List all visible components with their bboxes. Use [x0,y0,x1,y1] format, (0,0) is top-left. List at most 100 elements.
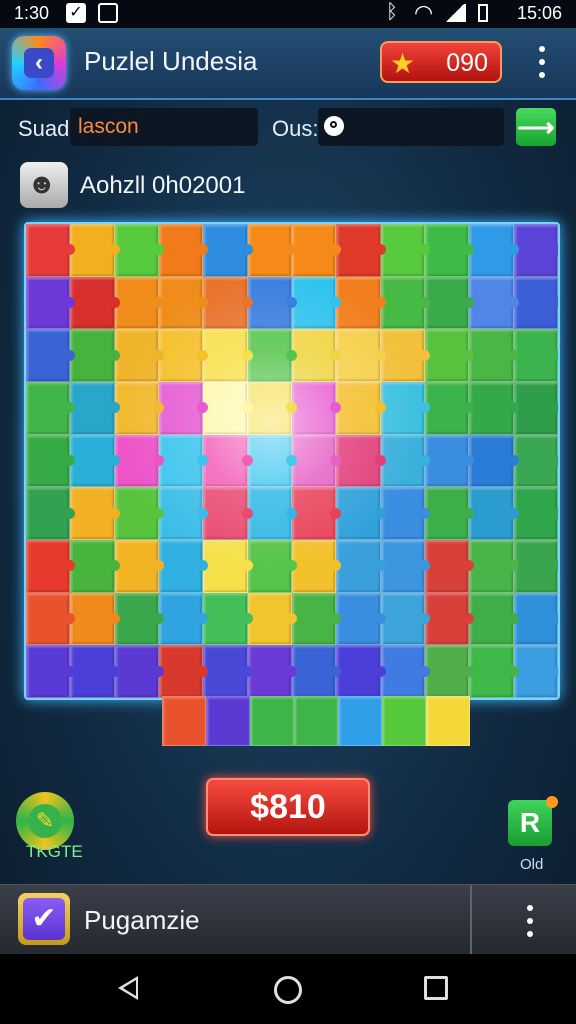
puzzle-piece[interactable] [158,434,209,488]
puzzle-piece[interactable] [336,645,387,698]
puzzle-piece[interactable] [70,224,121,277]
puzzle-piece[interactable] [70,540,121,593]
puzzle-piece[interactable] [70,276,121,330]
puzzle-piece[interactable] [291,329,342,382]
puzzle-piece[interactable] [70,645,121,698]
more-menu-icon[interactable] [530,42,554,82]
puzzle-piece[interactable] [114,434,165,488]
puzzle-piece[interactable] [336,434,387,488]
puzzle-piece[interactable] [513,329,558,382]
puzzle-piece[interactable] [513,645,558,698]
puzzle-piece[interactable] [513,592,558,646]
puzzle-piece[interactable] [469,434,520,488]
puzzle-piece[interactable] [380,382,431,435]
puzzle-piece[interactable] [513,276,558,330]
puzzle-piece[interactable] [247,592,298,646]
puzzle-piece[interactable] [247,540,298,593]
puzzle-piece[interactable] [158,382,209,435]
puzzle-piece[interactable] [424,540,475,593]
puzzle-piece[interactable] [513,382,558,435]
puzzle-piece[interactable] [203,329,254,382]
puzzle-piece[interactable] [26,382,76,435]
puzzle-piece[interactable] [380,224,431,277]
puzzle-piece[interactable] [424,487,475,540]
r-puzzle-icon[interactable]: R [508,800,552,846]
puzzle-piece[interactable] [114,540,165,593]
puzzle-piece[interactable] [158,645,209,698]
puzzle-piece[interactable] [336,276,387,330]
puzzle-piece[interactable] [380,276,431,330]
puzzle-board[interactable] [24,222,560,700]
puzzle-piece[interactable] [26,434,76,488]
puzzle-piece[interactable] [203,382,254,435]
puzzle-piece[interactable] [291,540,342,593]
puzzle-piece[interactable] [26,592,76,646]
puzzle-piece[interactable] [158,276,209,330]
puzzle-piece[interactable] [114,592,165,646]
puzzle-piece[interactable] [380,434,431,488]
puzzle-piece[interactable] [158,329,209,382]
puzzle-piece[interactable] [424,276,475,330]
loose-puzzle-piece[interactable] [250,696,294,746]
puzzle-piece[interactable] [114,645,165,698]
app-logo[interactable]: ‹ [12,36,66,90]
puzzle-piece[interactable] [513,434,558,488]
go-button[interactable]: ⟶ [516,108,556,146]
puzzle-piece[interactable] [203,540,254,593]
puzzle-piece[interactable] [424,382,475,435]
puzzle-piece[interactable] [247,276,298,330]
puzzle-piece[interactable] [26,329,76,382]
puzzle-piece[interactable] [70,329,121,382]
puzzle-piece[interactable] [424,329,475,382]
puzzle-piece[interactable] [247,434,298,488]
puzzle-piece[interactable] [114,224,165,277]
puzzle-piece[interactable] [247,224,298,277]
loose-puzzle-piece[interactable] [162,696,206,746]
puzzle-piece[interactable] [380,645,431,698]
loose-puzzle-piece[interactable] [206,696,250,746]
puzzle-piece[interactable] [291,224,342,277]
puzzle-piece[interactable] [158,540,209,593]
puzzle-piece[interactable] [336,540,387,593]
puzzle-piece[interactable] [114,487,165,540]
puzzle-piece[interactable] [291,276,342,330]
puzzle-piece[interactable] [114,276,165,330]
puzzle-piece[interactable] [380,592,431,646]
puzzle-piece[interactable] [203,224,254,277]
puzzle-piece[interactable] [336,382,387,435]
puzzle-piece[interactable] [336,487,387,540]
checkbox-app-icon[interactable]: ✔ [18,893,70,945]
puzzle-piece[interactable] [469,276,520,330]
puzzle-piece[interactable] [513,487,558,540]
puzzle-piece[interactable] [513,224,558,277]
home-icon[interactable] [274,976,302,1004]
puzzle-piece[interactable] [424,434,475,488]
puzzle-piece[interactable] [469,645,520,698]
puzzle-piece[interactable] [469,592,520,646]
search-input[interactable]: lascon [70,108,258,146]
puzzle-piece[interactable] [513,540,558,593]
puzzle-piece[interactable] [26,276,76,330]
puzzle-piece[interactable] [336,592,387,646]
back-icon[interactable] [118,976,138,1000]
recents-icon[interactable] [424,976,448,1000]
score-button[interactable]: ★ 090 [380,41,502,83]
puzzle-piece[interactable] [380,487,431,540]
loose-puzzle-piece[interactable] [338,696,382,746]
puzzle-piece[interactable] [380,540,431,593]
puzzle-piece[interactable] [70,592,121,646]
price-button[interactable]: $810 [206,778,370,836]
puzzle-piece[interactable] [203,487,254,540]
puzzle-piece[interactable] [291,592,342,646]
puzzle-piece[interactable] [380,329,431,382]
puzzle-piece[interactable] [26,224,76,277]
puzzle-piece[interactable] [469,224,520,277]
puzzle-piece[interactable] [424,592,475,646]
puzzle-piece[interactable] [469,329,520,382]
puzzle-piece[interactable] [114,329,165,382]
puzzle-piece[interactable] [247,645,298,698]
puzzle-piece[interactable] [26,487,76,540]
puzzle-piece[interactable] [70,382,121,435]
puzzle-piece[interactable] [114,382,165,435]
puzzle-piece[interactable] [469,382,520,435]
